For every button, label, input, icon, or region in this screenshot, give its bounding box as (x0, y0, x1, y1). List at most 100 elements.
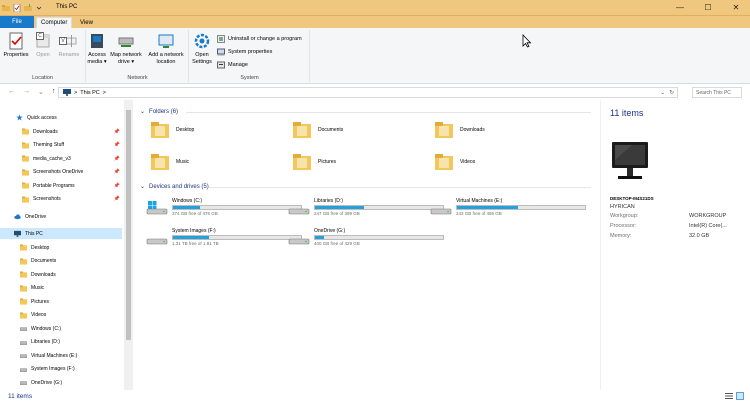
open-button[interactable]: Open C (32, 32, 54, 59)
this-pc-item[interactable]: Videos (0, 310, 122, 321)
map-network-drive-label: Map network drive ▾ (110, 52, 142, 65)
nav-quick-access[interactable]: Quick access (0, 112, 122, 123)
nav-scrollbar-thumb[interactable] (126, 110, 131, 340)
drive-tile[interactable]: Libraries (D:) 247 GB free of 399 GB (288, 198, 444, 216)
folders-section-header[interactable]: ⌄ Folders (6) (140, 108, 178, 116)
quick-access-item[interactable]: Downloads 📌 (0, 126, 122, 137)
large-icons-view-icon[interactable] (736, 392, 744, 400)
folder-icon (435, 154, 453, 170)
back-button[interactable]: ← (8, 88, 15, 96)
nav-onedrive-label: OneDrive (25, 213, 47, 220)
tab-file[interactable]: File (0, 16, 34, 28)
this-pc-item[interactable]: Downloads (0, 269, 122, 280)
drive-tile[interactable]: System Images (F:) 1.31 TB free of 1.81 T… (146, 228, 302, 246)
folder-tile[interactable]: Videos (434, 152, 475, 172)
details-item-count: 11 items (610, 108, 644, 118)
this-pc-item[interactable]: Music (0, 283, 122, 294)
add-network-location-button[interactable]: Add a network location (145, 32, 187, 66)
this-pc-item[interactable]: Pictures (0, 296, 122, 307)
map-network-drive-button[interactable]: Map network drive ▾ (107, 32, 145, 66)
close-button[interactable]: ✕ (722, 0, 750, 15)
quick-access-item-label: Downloads (33, 128, 58, 135)
this-pc-item[interactable]: OneDrive (G:) (0, 377, 122, 388)
this-pc-item-label: Videos (31, 312, 47, 318)
address-bar[interactable]: > This PC > ⌄ ↻ (58, 87, 678, 98)
properties-button[interactable]: Properties (3, 32, 29, 59)
folder-icon[interactable] (2, 4, 10, 12)
drive-usage-fill (315, 206, 364, 209)
folder-tile[interactable]: Downloads (434, 120, 485, 140)
gear-icon (194, 33, 210, 49)
system-properties-label: System properties (228, 49, 273, 55)
quick-access-item[interactable]: Screenshots 📌 (0, 194, 122, 205)
system-properties-button[interactable]: System properties (217, 48, 272, 56)
properties-icon[interactable] (13, 4, 21, 12)
drive-tile[interactable]: Virtual Machines (E:) 243 GB free of 465 … (430, 198, 586, 216)
quick-access-item[interactable]: Screenshots OneDrive 📌 (0, 167, 122, 178)
nav-onedrive[interactable]: OneDrive (0, 211, 122, 222)
memory-label: Memory: (610, 233, 632, 239)
memory-value: 32.0 GB (689, 233, 710, 239)
customize-dropdown-icon[interactable] (35, 4, 43, 12)
system-group: Open Settings Uninstall or change a prog… (190, 30, 310, 82)
address-dropdown-icon[interactable]: ⌄ (660, 90, 665, 96)
quick-access-item[interactable]: Portable Programs 📌 (0, 180, 122, 191)
drive-info: Windows (C:) 374 GB free of 476 GB (172, 198, 302, 216)
pin-icon: 📌 (113, 128, 120, 135)
folder-icon (20, 257, 27, 265)
folder-tile[interactable]: Music (150, 152, 189, 172)
uninstall-program-button[interactable]: Uninstall or change a program (217, 35, 302, 43)
this-pc-item-label: Libraries (D:) (31, 339, 60, 345)
computer-icon (612, 142, 648, 179)
system-properties-icon (217, 48, 225, 56)
this-pc-item[interactable]: Virtual Machines (E:) (0, 350, 122, 361)
drive-icon (20, 367, 27, 372)
recent-locations-button[interactable]: ⌄ (38, 88, 44, 96)
this-pc-item[interactable]: Libraries (D:) (0, 337, 122, 348)
hard-drive-icon (146, 238, 168, 245)
rename-button[interactable]: Rename V (56, 32, 82, 59)
breadcrumb-this-pc[interactable]: This PC (80, 90, 100, 96)
details-view-icon[interactable] (725, 392, 733, 400)
quick-access-item[interactable]: Theming Stuff 📌 (0, 140, 122, 151)
drive-tile[interactable]: Windows (C:) 374 GB free of 476 GB (146, 198, 302, 216)
this-pc-item[interactable]: Documents (0, 256, 122, 267)
address-bar-row: ← → ⌄ ↑ > This PC > ⌄ ↻ Search This PC (0, 85, 750, 99)
access-media-button[interactable]: Access media ▾ (87, 32, 107, 66)
breadcrumb-separator-end[interactable]: > (103, 90, 106, 96)
up-button[interactable]: ↑ (52, 88, 56, 96)
minimize-button[interactable]: — (666, 0, 694, 15)
drive-usage-bar (172, 235, 302, 240)
this-pc-item-label: Music (31, 285, 45, 291)
search-input[interactable]: Search This PC (692, 87, 742, 98)
this-pc-item[interactable]: System Images (F:) (0, 364, 122, 375)
folder-tile[interactable]: Documents (292, 120, 343, 140)
folder-tile-label: Desktop (176, 127, 195, 133)
this-pc-item[interactable]: Desktop (0, 242, 122, 253)
folder-tile[interactable]: Desktop (150, 120, 194, 140)
drive-tile[interactable]: OneDrive (G:) 400 GB free of 429 GB (288, 228, 444, 246)
maximize-button[interactable]: ☐ (694, 0, 722, 15)
cloud-icon (14, 214, 21, 220)
this-pc-item[interactable]: Windows (C:) (0, 323, 122, 334)
quick-access-toolbar (2, 2, 43, 14)
folder-tile[interactable]: Pictures (292, 152, 336, 172)
programs-icon (217, 35, 225, 43)
tab-computer[interactable]: Computer (36, 17, 73, 28)
nav-this-pc[interactable]: This PC (0, 228, 122, 239)
drives-section-header[interactable]: ⌄ Devices and drives (5) (140, 183, 209, 191)
drive-usage-fill (173, 236, 209, 239)
quick-access-item-label: Screenshots OneDrive (33, 169, 84, 175)
tab-view[interactable]: View (76, 17, 97, 28)
uninstall-program-label: Uninstall or change a program (228, 36, 302, 42)
nav-scrollbar[interactable] (124, 100, 133, 390)
open-settings-button[interactable]: Open Settings (190, 32, 214, 66)
refresh-button[interactable]: ↻ (669, 90, 674, 96)
ribbon-tabs: File Computer View (0, 16, 750, 28)
new-folder-icon[interactable] (24, 4, 32, 12)
forward-button[interactable]: → (23, 88, 30, 96)
folder-tile-label: Downloads (460, 127, 485, 133)
manage-button[interactable]: Manage (217, 61, 248, 69)
quick-access-item[interactable]: media_cache_v3 📌 (0, 153, 122, 164)
this-pc-icon (14, 230, 21, 237)
